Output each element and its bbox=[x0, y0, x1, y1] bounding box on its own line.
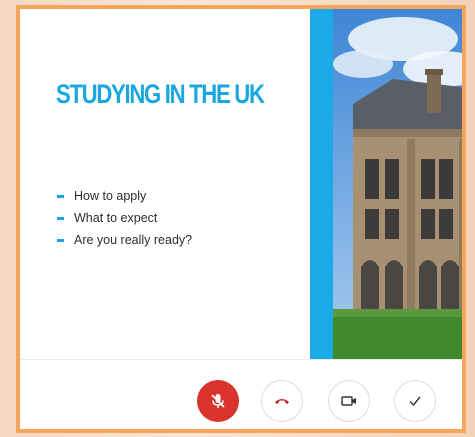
mic-off-icon bbox=[211, 394, 225, 408]
university-building-photo bbox=[333, 9, 462, 359]
slide-title: STUDYING IN THE UK bbox=[56, 79, 265, 109]
video-button[interactable] bbox=[328, 380, 370, 422]
slide-accent-bar bbox=[310, 9, 333, 359]
bullet-item: Are you really ready? bbox=[57, 229, 192, 251]
presentation-slide: STUDYING IN THE UK How to apply What to … bbox=[20, 9, 310, 359]
slide-bullet-list: How to apply What to expect Are you real… bbox=[57, 185, 192, 251]
bullet-text: Are you really ready? bbox=[74, 233, 193, 247]
video-call-window: STUDYING IN THE UK How to apply What to … bbox=[16, 5, 466, 433]
bullet-text: How to apply bbox=[74, 189, 147, 203]
checkmark-icon bbox=[409, 396, 421, 407]
call-controls-bar bbox=[20, 359, 462, 429]
end-call-button[interactable] bbox=[261, 380, 303, 422]
bullet-dash-icon bbox=[57, 216, 64, 220]
bullet-dash-icon bbox=[57, 194, 64, 198]
video-camera-icon bbox=[341, 396, 356, 406]
mute-mic-button[interactable] bbox=[197, 380, 239, 422]
bullet-dash-icon bbox=[57, 238, 64, 242]
bullet-item: How to apply bbox=[57, 185, 192, 207]
bullet-item: What to expect bbox=[57, 207, 192, 229]
bullet-text: What to expect bbox=[74, 211, 158, 225]
check-button[interactable] bbox=[394, 380, 436, 422]
hang-up-icon bbox=[275, 399, 289, 404]
